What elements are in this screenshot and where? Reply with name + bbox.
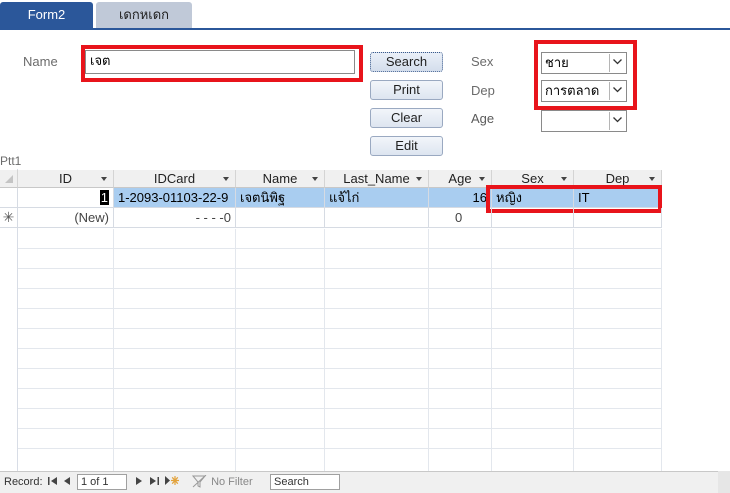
sort-arrow-icon bbox=[561, 177, 567, 181]
sort-arrow-icon bbox=[312, 177, 318, 181]
age-combo[interactable] bbox=[541, 110, 627, 132]
age-dropdown-button[interactable] bbox=[609, 112, 625, 130]
new-record-button[interactable] bbox=[165, 475, 179, 490]
record-label: Record: bbox=[4, 476, 43, 488]
record-search-input[interactable]: Search bbox=[270, 474, 340, 490]
new-row-last-name[interactable] bbox=[325, 208, 429, 228]
grid-line bbox=[18, 308, 662, 309]
table-cell-id[interactable]: 1 bbox=[18, 188, 114, 208]
dep-label: Dep bbox=[471, 83, 495, 98]
previous-record-button[interactable] bbox=[64, 475, 70, 490]
select-all-corner[interactable] bbox=[0, 170, 18, 188]
new-row-sex[interactable] bbox=[492, 208, 574, 228]
clear-button[interactable]: Clear bbox=[370, 108, 443, 128]
current-record-input[interactable]: 1 of 1 bbox=[77, 474, 127, 490]
first-record-icon bbox=[48, 477, 57, 485]
grid-line bbox=[18, 268, 662, 269]
chevron-down-icon bbox=[613, 59, 622, 65]
new-record-selector[interactable]: ✳ bbox=[0, 208, 18, 228]
name-input[interactable]: เจต bbox=[85, 50, 355, 74]
vertical-scrollbar[interactable] bbox=[718, 471, 730, 493]
sex-combo-value: ชาย bbox=[545, 55, 569, 70]
column-header-last-name[interactable]: Last_Name bbox=[325, 170, 429, 188]
new-row-idcard[interactable]: - - - -0 bbox=[114, 208, 236, 228]
new-row-dep[interactable] bbox=[574, 208, 662, 228]
column-header-idcard[interactable]: IDCard bbox=[114, 170, 236, 188]
last-record-icon bbox=[150, 477, 159, 485]
next-record-button[interactable] bbox=[136, 475, 142, 490]
dep-combo[interactable]: การตลาด bbox=[541, 80, 627, 102]
grid-line bbox=[18, 348, 662, 349]
chevron-down-icon bbox=[613, 87, 622, 93]
sort-arrow-icon bbox=[223, 177, 229, 181]
grid-line bbox=[428, 229, 429, 471]
grid-line bbox=[491, 229, 492, 471]
grid-line bbox=[18, 288, 662, 289]
chevron-down-icon bbox=[613, 117, 622, 123]
table-cell-last-name[interactable]: แจ้ไก่ bbox=[325, 188, 429, 208]
grid-line bbox=[18, 408, 662, 409]
grid-line bbox=[18, 328, 662, 329]
next-record-icon bbox=[136, 477, 142, 485]
dep-dropdown-button[interactable] bbox=[609, 82, 625, 100]
grid-line bbox=[324, 229, 325, 471]
row-selector[interactable] bbox=[0, 188, 18, 208]
tab-form2[interactable]: Form2 bbox=[0, 2, 93, 29]
previous-record-icon bbox=[64, 477, 70, 485]
tab-dekdek[interactable]: เดกหเดก bbox=[96, 2, 192, 29]
column-header-age[interactable]: Age bbox=[429, 170, 492, 188]
new-record-nav-icon bbox=[165, 476, 179, 485]
last-record-button[interactable] bbox=[150, 475, 159, 490]
grid-line bbox=[113, 229, 114, 471]
new-row-name[interactable] bbox=[236, 208, 325, 228]
select-all-icon bbox=[5, 175, 13, 183]
grid-line bbox=[573, 229, 574, 471]
sort-arrow-icon bbox=[649, 177, 655, 181]
grid-line bbox=[18, 428, 662, 429]
sex-combo[interactable]: ชาย bbox=[541, 52, 627, 74]
print-button[interactable]: Print bbox=[370, 80, 443, 100]
edit-button[interactable]: Edit bbox=[370, 136, 443, 156]
sort-arrow-icon bbox=[416, 177, 422, 181]
grid-line bbox=[18, 368, 662, 369]
sort-arrow-icon bbox=[101, 177, 107, 181]
record-navigation-bar: Record: 1 of 1 No Filter Search bbox=[0, 471, 730, 493]
table-cell-idcard[interactable]: 1-2093-01103-22-9 bbox=[114, 188, 236, 208]
column-header-name[interactable]: Name bbox=[236, 170, 325, 188]
grid-line bbox=[18, 388, 662, 389]
dep-combo-value: การตลาด bbox=[545, 83, 600, 98]
table-cell-age[interactable]: 16 bbox=[429, 188, 492, 208]
datasheet-title: Ptt1 bbox=[0, 154, 22, 168]
column-header-id[interactable]: ID bbox=[18, 170, 114, 188]
age-label: Age bbox=[471, 111, 495, 126]
first-record-button[interactable] bbox=[48, 475, 57, 490]
sex-label: Sex bbox=[471, 54, 494, 69]
sort-arrow-icon bbox=[479, 177, 485, 181]
grid-line bbox=[235, 229, 236, 471]
new-row-age[interactable]: 0 bbox=[429, 208, 492, 228]
search-button[interactable]: Search bbox=[370, 52, 443, 72]
grid-line bbox=[18, 248, 662, 249]
tab-underline bbox=[0, 28, 730, 30]
sex-dropdown-button[interactable] bbox=[609, 54, 625, 72]
filter-indicator[interactable]: No Filter bbox=[191, 474, 253, 490]
table-cell-name[interactable]: เจตนิพิฐ bbox=[236, 188, 325, 208]
new-row-id[interactable]: (New) bbox=[18, 208, 114, 228]
name-label: Name bbox=[23, 54, 58, 69]
new-record-icon: ✳ bbox=[2, 209, 15, 225]
grid-line bbox=[18, 448, 662, 449]
no-filter-icon bbox=[191, 474, 207, 488]
grid-line bbox=[661, 229, 662, 471]
